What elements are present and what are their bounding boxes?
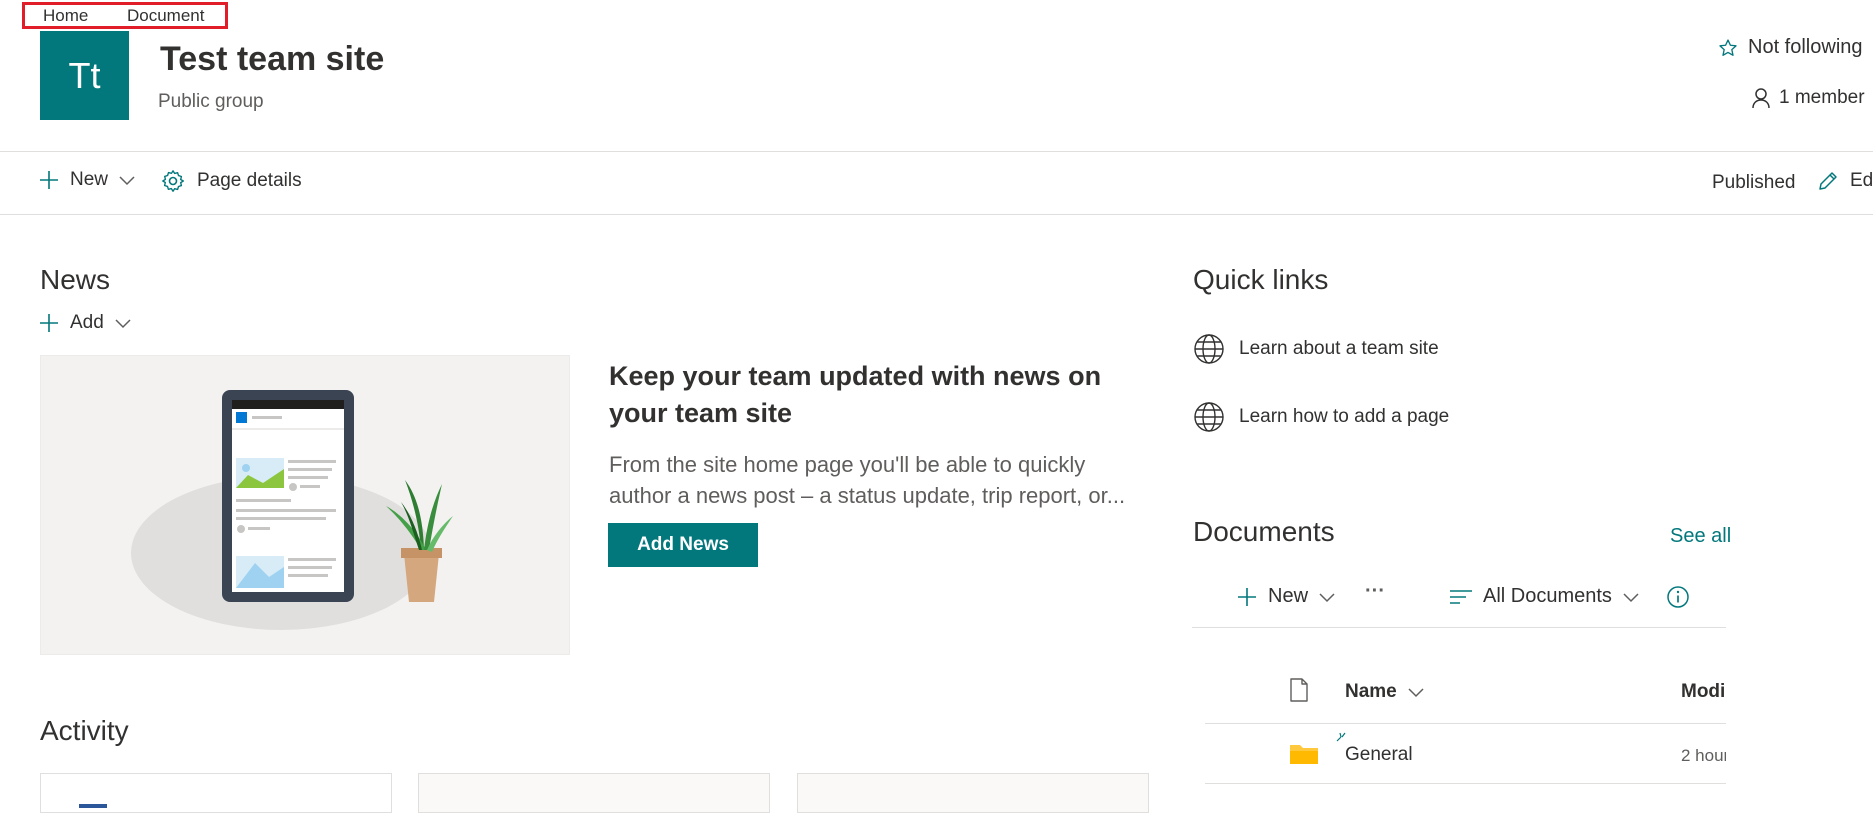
plus-icon	[38, 312, 60, 334]
news-description-line: author a news post – a status update, tr…	[609, 483, 1126, 508]
page-details-button[interactable]: Page details	[161, 169, 302, 193]
new-menu-button[interactable]: New	[38, 169, 136, 191]
chevron-down-icon	[114, 317, 132, 329]
table-row-divider	[1205, 783, 1726, 784]
news-description-line: From the site home page you'll be able t…	[609, 452, 1086, 477]
pencil-icon	[1816, 169, 1840, 193]
nav-document-link[interactable]: Document	[127, 6, 204, 26]
activity-title: Activity	[40, 715, 129, 746]
plus-icon	[38, 169, 60, 191]
documents-title: Documents	[1193, 516, 1335, 547]
quick-link-item[interactable]: Learn how to add a page	[1193, 401, 1449, 433]
edit-button[interactable]: Ed	[1816, 169, 1873, 193]
command-bar-divider	[0, 214, 1873, 215]
documents-divider	[1192, 627, 1726, 628]
gear-icon	[161, 169, 185, 193]
name-column-label: Name	[1345, 681, 1397, 702]
star-icon	[1718, 38, 1738, 58]
add-label: Add	[70, 312, 104, 333]
site-logo[interactable]: Tt	[40, 31, 129, 120]
info-icon[interactable]	[1666, 585, 1690, 609]
list-view-icon	[1449, 588, 1473, 606]
page-details-label: Page details	[197, 170, 302, 191]
edit-label: Ed	[1850, 170, 1873, 191]
chevron-down-icon	[118, 174, 136, 186]
more-actions-button[interactable]: ···	[1365, 580, 1385, 603]
view-label: All Documents	[1483, 585, 1612, 607]
activity-card[interactable]	[40, 773, 392, 813]
follow-label: Not following	[1748, 36, 1863, 58]
quick-link-label: Learn how to add a page	[1239, 406, 1450, 427]
members-button[interactable]: 1 member	[1751, 87, 1865, 109]
new-label: New	[1268, 585, 1309, 607]
file-name: General	[1345, 744, 1413, 765]
sync-icon	[1335, 731, 1349, 743]
site-title[interactable]: Test team site	[160, 40, 384, 79]
new-label: New	[70, 169, 109, 190]
quick-links-title: Quick links	[1193, 264, 1329, 295]
plus-icon	[1236, 586, 1258, 608]
globe-icon	[1193, 333, 1225, 365]
nav-home-link[interactable]: Home	[43, 6, 88, 26]
modified-column-header[interactable]: Modi	[1681, 681, 1725, 703]
news-description: From the site home page you'll be able t…	[609, 449, 1144, 511]
name-column-header[interactable]: Name	[1345, 681, 1425, 703]
person-icon	[1751, 87, 1771, 109]
globe-icon	[1193, 401, 1225, 433]
news-title: News	[40, 264, 111, 295]
modified-value: 2 hour	[1681, 746, 1726, 765]
folder-icon	[1289, 742, 1319, 766]
chevron-down-icon	[1622, 591, 1640, 603]
view-switcher-button[interactable]: All Documents	[1449, 585, 1640, 608]
see-all-link[interactable]: See all	[1670, 525, 1731, 548]
add-news-button[interactable]: Add News	[608, 523, 758, 567]
chevron-down-icon	[1318, 591, 1336, 603]
table-row[interactable]: General 2 hour	[1205, 728, 1726, 782]
news-illustration	[40, 355, 570, 655]
quick-link-label: Learn about a team site	[1239, 338, 1439, 359]
header-divider	[0, 151, 1873, 152]
quick-link-item[interactable]: Learn about a team site	[1193, 333, 1439, 365]
news-add-button[interactable]: Add	[38, 312, 132, 334]
documents-new-button[interactable]: New	[1236, 585, 1336, 608]
activity-card[interactable]	[418, 773, 770, 813]
follow-button[interactable]: Not following	[1718, 36, 1863, 59]
document-icon	[79, 804, 107, 808]
table-row-divider	[1205, 723, 1726, 724]
members-label: 1 member	[1779, 87, 1865, 108]
chevron-down-icon	[1407, 686, 1425, 698]
publish-status: Published	[1712, 172, 1796, 193]
file-type-icon	[1289, 678, 1309, 702]
news-heading: Keep your team updated with news on your…	[609, 361, 1102, 428]
tablet-plant-illustration	[131, 390, 453, 630]
activity-card[interactable]	[797, 773, 1149, 813]
site-group-type: Public group	[158, 91, 264, 112]
